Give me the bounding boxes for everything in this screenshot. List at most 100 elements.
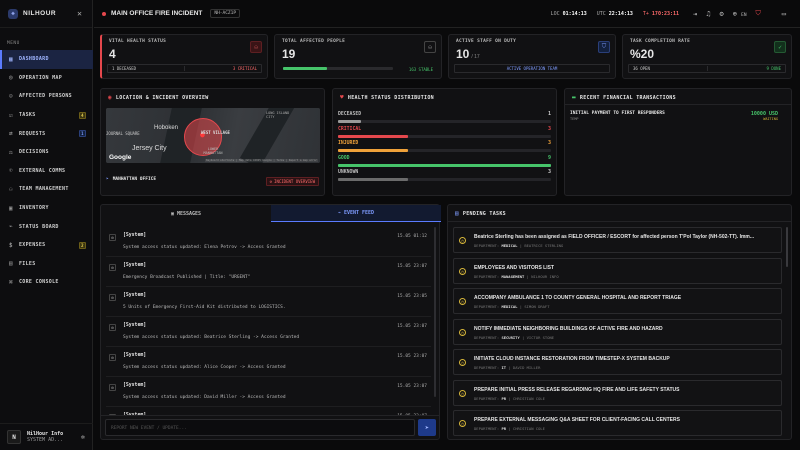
health-bar-fill	[338, 163, 551, 167]
active-team-label: ACTIVE OPERATION TEAM	[506, 66, 558, 71]
health-bar	[338, 134, 551, 138]
task-meta: DEPARTMENT: PR | CHRISTIAN COLE	[474, 395, 545, 401]
tasks-panel: ▤ PENDING TASKS ◷ Beatrice Sterling has be…	[447, 204, 792, 440]
map[interactable]: ● Hoboken LONG ISLAND CITY WEST VILLAGE …	[106, 108, 320, 163]
tab-event-feed[interactable]: ⌁ EVENT FEED	[271, 205, 441, 222]
open-count: 36 OPEN	[629, 66, 708, 71]
health-bar-fill	[338, 120, 362, 123]
task-item[interactable]: ◷ EMPLOYEES AND VISITORS LIST DEPARTMENT: …	[453, 257, 782, 284]
gear-icon[interactable]: ✲	[81, 433, 85, 441]
clock-icon: ◷	[459, 389, 466, 397]
sidebar-item-tasks[interactable]: ☑ TASKS 4	[0, 106, 93, 125]
health-label: DECEASED	[338, 112, 362, 117]
task-item[interactable]: ◷ Beatrice Sterling has been assigned as …	[453, 227, 782, 253]
clock-icon: ◷	[459, 298, 466, 305]
sidebar-item-decisions[interactable]: ⚖ DECISIONS	[0, 143, 93, 162]
task-title: PREPARE EXTERNAL MESSAGING Q&A SHEET FOR…	[474, 417, 680, 423]
map-label: WEST VILLAGE	[201, 130, 230, 135]
incident-overview-button[interactable]: ⊘ INCIDENT OVERVIEW	[265, 177, 319, 186]
event-feed-list: ⚙ [System] 15.05 01:12 System access status…	[101, 223, 439, 415]
transaction-item[interactable]: INITIAL PAYMENT TO FIRST RESPONDERS TEMP…	[570, 111, 786, 121]
event-feed-item[interactable]: ⚙ [System] 15.05 01:12 System access status…	[106, 229, 431, 257]
affected-progress	[283, 67, 393, 70]
decisions-icon: ⚖	[9, 148, 13, 156]
sidebar-item-external-comms[interactable]: ✆ EXTERNAL COMMS	[0, 162, 93, 181]
scrollbar[interactable]	[786, 227, 788, 267]
sidebar-item-label: TEAM MANAGEMENT	[19, 186, 69, 193]
task-item[interactable]: ◷ PREPARE INITIAL PRESS RELEASE REGARDING…	[453, 379, 782, 406]
health-value: 3	[547, 140, 551, 146]
avatar: N	[7, 430, 21, 444]
sidebar-item-affected-persons[interactable]: ☺ AFFECTED PERSONS	[0, 87, 93, 106]
sidebar-item-core-console[interactable]: ⌘ CORE CONSOLE	[0, 273, 93, 292]
send-button[interactable]: ➤	[418, 419, 436, 436]
sidebar-item-label: DECISIONS	[19, 149, 49, 156]
tab-messages[interactable]: ▣ MESSAGES	[101, 205, 271, 222]
sidebar-item-label: EXTERNAL COMMS	[19, 167, 66, 174]
health-bar	[338, 120, 551, 123]
event-feed-item[interactable]: ⚙ [System] 15.05 23:05 5 Units of Emergency…	[106, 289, 431, 317]
task-item[interactable]: ◷ ACCOMPANY AMBULANCE 1 TO COUNTY GENERAL…	[453, 288, 782, 314]
event-source: [System]	[123, 383, 147, 388]
shield-icon: ⛉	[598, 41, 610, 53]
event-input[interactable]: REPORT NEW EVENT / UPDATE...	[105, 419, 415, 436]
logout-icon[interactable]: ⇥	[693, 10, 697, 18]
location-pin-icon: ◉	[108, 94, 112, 101]
sidebar-item-dashboard[interactable]: ▦ DASHBOARD	[0, 50, 93, 69]
count-badge: 4	[79, 111, 86, 119]
location-panel: ◉ LOCATION & INCIDENT OVERVIEW ● Hoboken …	[100, 88, 325, 196]
done-count: 9 DONE	[766, 66, 781, 71]
sidebar-item-requests[interactable]: ⇄ REQUESTS 1	[0, 124, 93, 143]
language-icon[interactable]: ⊕ EN	[733, 10, 747, 18]
google-logo: Google	[109, 154, 132, 161]
sidebar-item-expenses[interactable]: $ EXPENSES 2	[0, 236, 93, 255]
office-link[interactable]: ➤ MANHATTAN OFFICE	[106, 177, 156, 182]
sidebar-item-inventory[interactable]: ▣ INVENTORY	[0, 199, 93, 218]
event-body: System access status updated: Beatrice S…	[123, 335, 300, 340]
sidebar-item-status-board[interactable]: ⌁ STATUS BOARD	[0, 217, 93, 236]
event-time: 15.05 23:07	[397, 324, 427, 329]
task-item[interactable]: ◷ PREPARE EXTERNAL MESSAGING Q&A SHEET FO…	[453, 410, 782, 436]
brand-logo-icon: ◈	[8, 8, 18, 19]
sidebar-item-files[interactable]: ▤ FILES	[0, 255, 93, 274]
task-title: INITIATE CLOUD INSTANCE RESTORATION FROM…	[474, 356, 670, 362]
health-bar-fill	[338, 178, 409, 181]
sidebar-item-label: REQUESTS	[19, 130, 46, 137]
task-meta: DEPARTMENT: MANAGEMENT | NILHOUR INFO	[474, 273, 559, 279]
affected-people-card: TOTAL AFFECTED PEOPLE 19 ⚇ 163 STABLE	[274, 34, 442, 79]
event-feed-item[interactable]: ⚙ [System] 15.05 23:07 Emergency Broadcast …	[106, 259, 431, 287]
event-feed-item[interactable]: ⚙ [System] 15.05 23:07 System access status…	[106, 349, 431, 377]
sidebar-item-team-management[interactable]: ⚇ TEAM MANAGEMENT	[0, 180, 93, 199]
settings-icon[interactable]: ⚙	[719, 10, 723, 18]
system-icon: ⚙	[109, 324, 116, 331]
sidebar-item-label: FILES	[19, 260, 36, 267]
incident-title: MAIN OFFICE FIRE INCIDENT	[111, 10, 203, 17]
health-value: 3	[547, 169, 551, 175]
event-time: 15.05 23:07	[397, 354, 427, 359]
nav-list: ▦ DASHBOARD ◎ OPERATION MAP ☺ AFFECTED PERSON…	[0, 50, 93, 292]
alert-icon[interactable]: ⛉	[756, 9, 761, 18]
task-item[interactable]: ◷ INITIATE CLOUD INSTANCE RESTORATION FRO…	[453, 349, 782, 375]
map-attribution: Keyboard shortcuts | Map data ©2025 Goog…	[205, 159, 318, 162]
scrollbar[interactable]	[434, 227, 436, 397]
sidebar-item-operation-map[interactable]: ◎ OPERATION MAP	[0, 69, 93, 88]
event-feed-item[interactable]: ⚙ [System] 15.05 23:07 System access status…	[106, 319, 431, 347]
event-body: System access status updated: Alice Coop…	[123, 365, 286, 370]
event-feed-item[interactable]: ⚙ [System] 15.05 23:07 System access status…	[106, 379, 431, 407]
deceased-count: 1 DECEASED	[108, 66, 185, 71]
health-bar	[338, 149, 551, 152]
task-item[interactable]: ◷ NOTIFY IMMEDIATE NEIGHBORING BUILDINGS …	[453, 318, 782, 345]
sidebar-item-label: INVENTORY	[19, 205, 49, 212]
sidebar-item-label: TASKS	[19, 112, 36, 119]
system-icon: ⚙	[109, 264, 116, 271]
task-title: EMPLOYEES AND VISITORS LIST	[474, 264, 555, 271]
health-row-injured: INJURED 3	[338, 140, 551, 155]
health-bar	[338, 163, 551, 167]
stat-label: TASK COMPLETION RATE	[630, 39, 691, 44]
task-meta: DEPARTMENT: PR | CHRISTIAN COLE	[474, 426, 545, 431]
chat-icon[interactable]: ▭	[782, 10, 786, 18]
close-icon[interactable]: ✕	[77, 9, 82, 18]
event-source: [System]	[123, 263, 147, 268]
bell-icon[interactable]: ♫	[706, 10, 710, 18]
user-box[interactable]: N NilHour Info SYSTEM AD... ✲	[0, 423, 93, 450]
